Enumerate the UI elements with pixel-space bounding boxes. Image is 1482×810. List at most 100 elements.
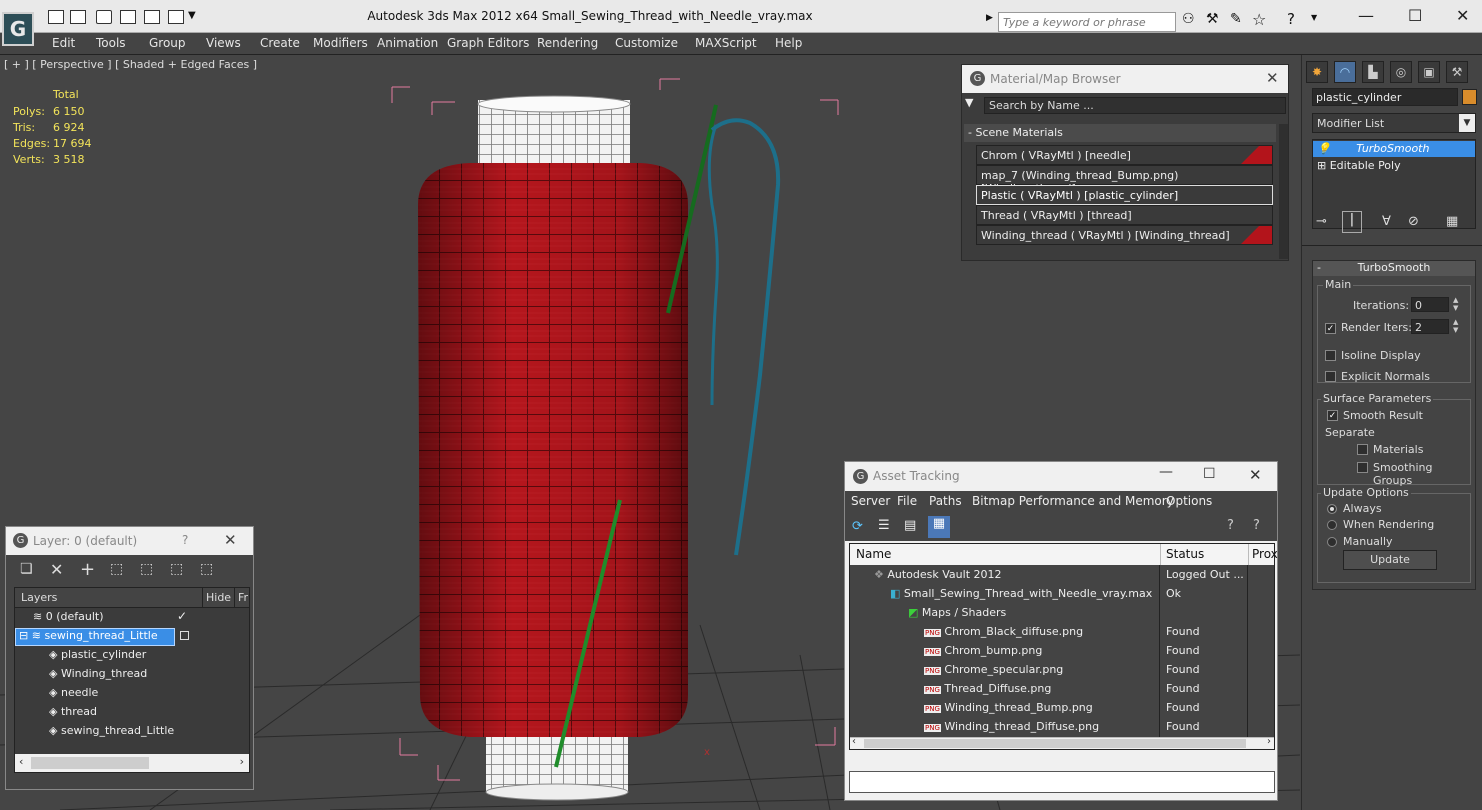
menu-help[interactable]: Help xyxy=(775,36,802,50)
render-iters-spinner[interactable]: 2 xyxy=(1411,319,1449,334)
col-freeze[interactable]: Fr xyxy=(238,591,248,604)
asset-menu-options[interactable]: Options xyxy=(1166,494,1212,508)
layer-close-icon[interactable]: ✕ xyxy=(224,531,237,549)
scroll-left-icon[interactable]: ‹ xyxy=(852,736,856,747)
whats-this-icon[interactable]: ? xyxy=(1253,518,1260,533)
when-rendering-radio[interactable] xyxy=(1327,520,1337,530)
menu-rendering[interactable]: Rendering xyxy=(537,36,598,50)
current-layer-check-icon[interactable]: ✓ xyxy=(177,609,187,623)
hierarchy-tab-icon[interactable]: ▙ xyxy=(1362,61,1384,83)
col-status[interactable]: Status xyxy=(1166,547,1204,561)
scroll-right-icon[interactable]: › xyxy=(1267,736,1271,747)
new-layer-icon[interactable]: ❏ xyxy=(20,561,33,577)
turbosmooth-rollout-header[interactable]: - TurboSmooth xyxy=(1313,261,1475,276)
hide-all-icon[interactable]: ⬚ xyxy=(170,561,183,577)
asset-close-icon[interactable]: ✕ xyxy=(1249,466,1262,484)
menu-views[interactable]: Views xyxy=(206,36,241,50)
menu-edit[interactable]: Edit xyxy=(52,36,75,50)
layer-row-sewing-thread[interactable]: ⊟ ≋ sewing_thread_Little xyxy=(19,629,158,648)
smooth-result-checkbox[interactable]: ✓ xyxy=(1327,410,1338,421)
stack-item-turbosmooth[interactable]: 💡 TurboSmooth xyxy=(1313,141,1475,157)
material-browser-close-icon[interactable]: ✕ xyxy=(1266,69,1279,87)
refresh-icon[interactable]: ⟳ xyxy=(852,519,863,534)
scroll-right-icon[interactable]: › xyxy=(240,755,244,768)
remove-modifier-icon[interactable]: ⊘ xyxy=(1408,214,1419,229)
layer-checkbox[interactable] xyxy=(180,631,189,640)
search-input[interactable]: Type a keyword or phrase xyxy=(998,12,1176,32)
spinner-arrows-icon[interactable]: ▲ ▼ xyxy=(1453,318,1458,334)
col-hide[interactable]: Hide xyxy=(206,591,231,604)
menu-customize[interactable]: Customize xyxy=(615,36,678,50)
search-arrow-icon[interactable]: ▶ xyxy=(986,13,993,23)
col-name[interactable]: Name xyxy=(856,547,891,561)
asset-row-file[interactable]: PNG Thread_Diffuse.png xyxy=(924,682,1051,701)
update-button[interactable]: Update xyxy=(1343,550,1437,570)
utilities-tab-icon[interactable]: ⚒ xyxy=(1446,61,1468,83)
always-radio[interactable] xyxy=(1327,504,1337,514)
asset-minimize-icon[interactable]: — xyxy=(1159,464,1173,480)
lightbulb-icon[interactable]: 💡 xyxy=(1317,142,1331,155)
material-item-winding-thread[interactable]: Winding_thread ( VRayMtl ) [Winding_thre… xyxy=(976,225,1273,245)
select-objects-icon[interactable]: ⬚ xyxy=(110,561,123,577)
asset-row-file[interactable]: PNG Chrome_specular.png xyxy=(924,663,1063,682)
asset-row-maps[interactable]: ◩ Maps / Shaders xyxy=(908,606,1006,625)
chevron-down-icon[interactable]: ▼ xyxy=(1459,114,1475,132)
asset-row-file[interactable]: PNG Chrom_Black_diffuse.png xyxy=(924,625,1083,644)
manually-radio[interactable] xyxy=(1327,537,1337,547)
menu-animation[interactable]: Animation xyxy=(377,36,438,50)
materials-checkbox[interactable] xyxy=(1357,444,1368,455)
list-view-icon[interactable]: ☰ xyxy=(878,518,890,533)
object-row-winding-thread[interactable]: ◈ Winding_thread xyxy=(49,667,147,686)
comms-icon[interactable]: ✎ xyxy=(1230,11,1242,27)
app-logo[interactable]: G xyxy=(2,12,34,46)
render-iters-checkbox[interactable]: ✓ xyxy=(1325,323,1336,334)
collapse-icon[interactable]: ⊟ xyxy=(19,629,28,642)
object-row-needle[interactable]: ◈ needle xyxy=(49,686,98,705)
freeze-all-icon[interactable]: ⬚ xyxy=(200,561,213,577)
pin-stack-icon[interactable]: ⊸ xyxy=(1316,214,1327,229)
add-to-layer-icon[interactable]: + xyxy=(80,559,95,580)
motion-tab-icon[interactable]: ◎ xyxy=(1390,61,1412,83)
menu-group[interactable]: Group xyxy=(149,36,186,50)
object-row-sewing-thread-little[interactable]: ◈ sewing_thread_Little xyxy=(49,724,174,743)
layer-help-icon[interactable]: ? xyxy=(182,533,188,547)
object-name-field[interactable]: plastic_cylinder xyxy=(1312,88,1458,106)
thumbnail-view-icon[interactable]: ▤ xyxy=(904,518,916,533)
scroll-left-icon[interactable]: ‹ xyxy=(19,755,23,768)
menu-create[interactable]: Create xyxy=(260,36,300,50)
col-proxy[interactable]: Prox xyxy=(1252,547,1278,561)
modify-tab-icon[interactable]: ◠ xyxy=(1334,61,1356,83)
favorites-icon[interactable]: ☆ xyxy=(1252,10,1266,29)
asset-row-file[interactable]: PNG Winding_thread_Bump.png xyxy=(924,701,1093,720)
layer-h-scrollbar[interactable]: ‹ › xyxy=(15,754,249,772)
menu-modifiers[interactable]: Modifiers xyxy=(313,36,368,50)
binoculars-icon[interactable]: ⚇ xyxy=(1182,11,1195,27)
table-view-icon[interactable]: ▦ xyxy=(928,516,950,538)
object-row-plastic-cylinder[interactable]: ◈ plastic_cylinder xyxy=(49,648,146,667)
asset-row-max[interactable]: ◧ Small_Sewing_Thread_with_Needle_vray.m… xyxy=(890,587,1152,606)
menu-dropdown-icon[interactable]: ▼ xyxy=(965,96,973,109)
material-search-input[interactable]: Search by Name ... xyxy=(984,97,1286,114)
material-browser-titlebar[interactable]: G Material/Map Browser ✕ xyxy=(962,65,1288,93)
material-item-chrom[interactable]: Chrom ( VRayMtl ) [needle] xyxy=(976,145,1273,165)
highlight-layer-icon[interactable]: ⬚ xyxy=(140,561,153,577)
modifier-list-dropdown[interactable]: Modifier List ▼ xyxy=(1312,113,1476,133)
asset-menu-server[interactable]: Server xyxy=(851,494,890,508)
spinner-arrows-icon[interactable]: ▲ ▼ xyxy=(1453,296,1458,312)
close-icon[interactable]: ✕ xyxy=(1456,6,1469,25)
delete-layer-icon[interactable]: ✕ xyxy=(50,560,63,579)
layer-row-default[interactable]: ≋ 0 (default) xyxy=(33,610,104,629)
smoothing-groups-checkbox[interactable] xyxy=(1357,462,1368,473)
minimize-icon[interactable]: — xyxy=(1358,6,1374,25)
material-item-thread[interactable]: Thread ( VRayMtl ) [thread] xyxy=(976,205,1273,225)
menu-graph-editors[interactable]: Graph Editors xyxy=(447,36,529,50)
stack-item-editable-poly[interactable]: ⊞ Editable Poly xyxy=(1313,158,1475,174)
asset-row-vault[interactable]: ❖ Autodesk Vault 2012 xyxy=(874,568,1002,587)
iterations-spinner[interactable]: 0 xyxy=(1411,297,1449,312)
scene-materials-group[interactable]: - Scene Materials xyxy=(964,124,1276,142)
layer-titlebar[interactable]: G Layer: 0 (default) ? ✕ xyxy=(6,527,253,555)
asset-menu-bitmap[interactable]: Bitmap Performance and Memory xyxy=(972,494,1174,508)
asset-menu-file[interactable]: File xyxy=(897,494,917,508)
make-unique-icon[interactable]: ∀ xyxy=(1382,214,1391,229)
display-tab-icon[interactable]: ▣ xyxy=(1418,61,1440,83)
